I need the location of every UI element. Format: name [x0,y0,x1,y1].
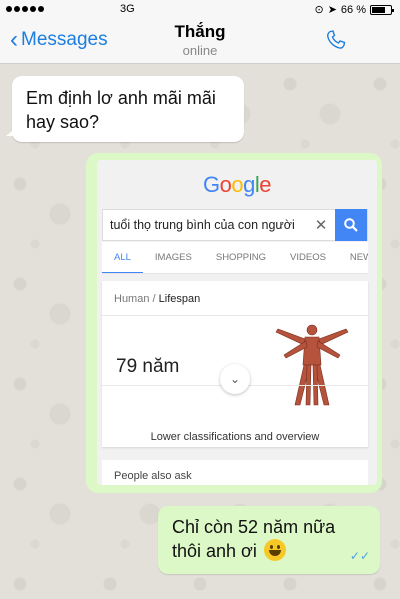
tab-all: ALL [102,242,143,273]
tab-shopping: SHOPPING [215,251,267,263]
lower-classifications-link: Lower classifications and overview [150,431,320,443]
battery-percent: 66 % [340,3,366,16]
google-logo-letter: G [202,172,220,197]
phone-icon [327,30,346,49]
location-icon: ➤ [327,4,337,16]
search-tabs: ALL IMAGES SHOPPING VIDEOS NEW [102,242,368,274]
google-screenshot: Google tuổi thọ trung bình của con người… [97,160,377,485]
network-type: 3G [120,3,135,15]
search-query: tuổi thọ trung bình của con người [110,218,295,232]
tab-news: NEW [349,251,368,263]
read-receipt-icon: ✓✓ [349,549,370,563]
google-logo-letter: g [243,172,255,197]
google-logo-letter: o [219,172,232,197]
answer-value: 79 năm [116,356,180,377]
message-text-line: thôi anh ơi [172,541,257,561]
breadcrumb: Human / Lifespan [114,293,200,305]
message-text-line: Em định lơ anh mãi mãi [26,88,216,108]
google-logo-letter: e [259,172,271,197]
call-button[interactable] [324,28,348,57]
breadcrumb-parent: Human [114,293,150,305]
status-bar: 3G ⊙ ➤ 66 % [0,0,400,20]
alarm-icon: ⊙ [314,4,324,16]
tab-videos: VIDEOS [290,251,326,263]
breadcrumb-separator: / [152,293,156,305]
knowledge-panel: Human / Lifespan 79 năm ⌄ Lower classifi… [102,281,368,447]
divider [102,315,368,316]
anatomy-figure-image [275,324,349,406]
close-icon: ✕ [314,217,328,234]
search-box: tuổi thọ trung bình của con người ✕ [102,209,368,241]
message-incoming[interactable]: Em định lơ anh mãi mãi hay sao? [6,76,244,142]
tab-images: IMAGES [154,251,192,263]
signal-strength-icon [6,6,44,12]
google-logo-letter: o [231,172,244,197]
message-text-line: hay sao? [26,112,100,132]
people-also-ask: People also ask [102,460,368,485]
grinning-emoji-icon [263,539,286,561]
chevron-down-icon: ⌄ [220,364,250,394]
chat-header: ‹ Messages Thắng online [0,20,400,64]
search-icon [335,209,367,241]
breadcrumb-current: Lifespan [158,293,201,305]
google-logo: Google [97,172,377,198]
battery-icon [370,4,394,15]
message-text-line: Chỉ còn 52 năm nữa [172,517,336,537]
message-outgoing[interactable]: Chỉ còn 52 năm nữa thôi anh ơi ✓✓ [158,506,380,574]
